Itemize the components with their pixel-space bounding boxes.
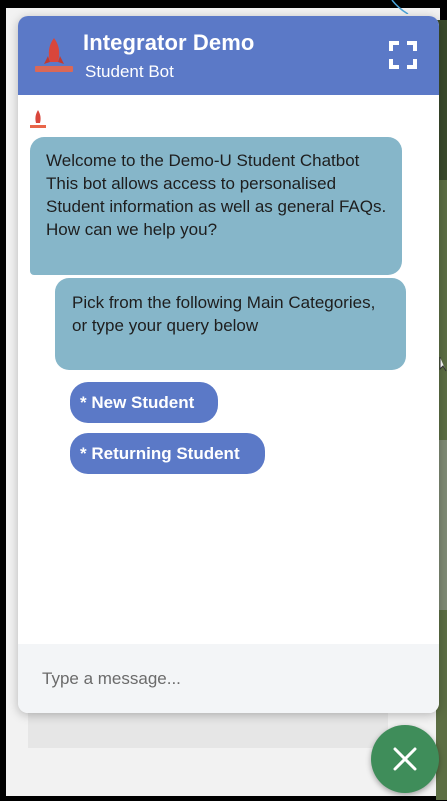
message-input[interactable] xyxy=(40,664,414,694)
message-composer xyxy=(18,644,439,713)
chat-title: Integrator Demo xyxy=(83,30,255,55)
new-student-button[interactable]: * New Student xyxy=(70,382,218,423)
returning-student-button[interactable]: * Returning Student xyxy=(70,433,265,474)
adapt-it-logo-icon xyxy=(35,38,73,72)
close-icon xyxy=(393,747,417,771)
bot-message-welcome: Welcome to the Demo-U Student Chatbot Th… xyxy=(30,137,402,275)
expand-button[interactable] xyxy=(388,40,418,70)
mouse-cursor-icon xyxy=(439,357,447,372)
close-chat-button[interactable] xyxy=(371,725,439,793)
chat-subtitle: Student Bot xyxy=(85,62,174,81)
chat-header: Integrator Demo Student Bot xyxy=(18,16,439,95)
bot-message-categories: Pick from the following Main Categories,… xyxy=(55,278,406,370)
chat-window: Integrator Demo Student Bot Welcome to t… xyxy=(18,16,439,713)
bot-avatar-icon xyxy=(30,110,46,128)
expand-icon xyxy=(389,41,417,69)
decorative-line xyxy=(391,0,409,14)
